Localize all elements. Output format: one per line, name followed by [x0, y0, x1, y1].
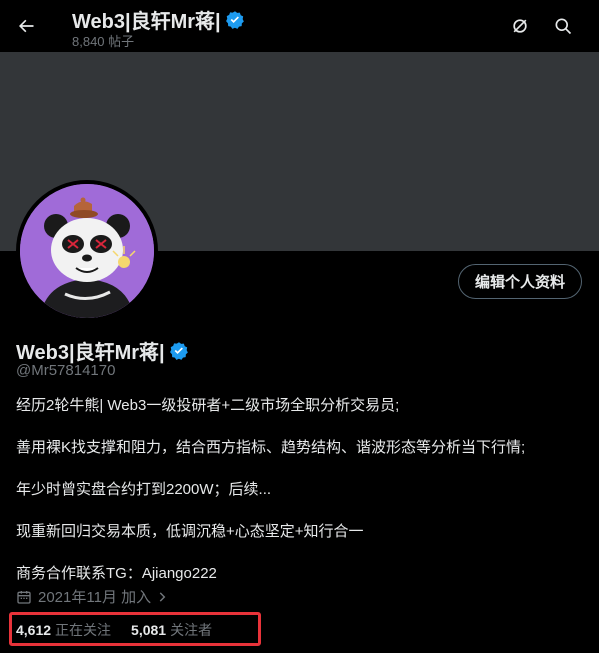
verified-badge-icon[interactable] — [169, 341, 189, 361]
profile-name: Web3|良轩Mr蒋| — [16, 342, 165, 364]
header-title: Web3|良轩Mr蒋| — [72, 11, 221, 33]
bio-line: 经历2轮牛熊| Web3一级投研者+二级市场全职分析交易员; — [16, 397, 400, 414]
verified-badge-icon — [225, 10, 245, 30]
profile-handle: @Mr57814170 — [16, 362, 116, 379]
follow-stats: 4,612 正在关注 5,081 关注者 — [16, 620, 232, 640]
joined-date[interactable]: 2021年11月 加入 — [16, 586, 169, 607]
followers-label[interactable]: 关注者 — [170, 620, 212, 640]
top-bar: Web3|良轩Mr蒋| 8,840 帖子 — [0, 0, 599, 52]
panda-avatar-image — [20, 184, 154, 318]
bio-line: 现重新回归交易本质，低调沉稳+心态坚定+知行合一 — [16, 523, 364, 540]
post-count: 8,840 帖子 — [72, 34, 135, 49]
grok-button[interactable] — [502, 8, 538, 44]
followers-count[interactable]: 5,081 — [131, 622, 166, 638]
slash-circle-icon — [512, 18, 528, 34]
bio-line: 年少时曾实盘合约打到2200W；后续... — [16, 481, 272, 498]
joined-label: 2021年11月 加入 — [38, 589, 152, 606]
edit-profile-button[interactable]: 编辑个人资料 — [458, 264, 582, 299]
arrow-left-icon — [19, 19, 34, 33]
following-count[interactable]: 4,612 — [16, 622, 51, 638]
avatar[interactable] — [16, 180, 158, 322]
search-icon — [555, 18, 572, 35]
profile-name-row: Web3|良轩Mr蒋| — [16, 336, 189, 365]
chevron-right-icon — [155, 590, 169, 604]
search-button[interactable] — [545, 8, 581, 44]
profile-bio: 经历2轮牛熊| Web3一级投研者+二级市场全职分析交易员; 善用裸K找支撑和阻… — [16, 396, 586, 606]
calendar-icon — [16, 589, 32, 605]
bio-line: 商务合作联系TG：Ajiango222 — [16, 565, 217, 582]
header-title-row: Web3|良轩Mr蒋| — [72, 5, 245, 34]
bio-line: 善用裸K找支撑和阻力，结合西方指标、趋势结构、谐波形态等分析当下行情; — [16, 439, 526, 456]
back-button[interactable] — [8, 8, 44, 44]
following-label[interactable]: 正在关注 — [55, 620, 111, 640]
